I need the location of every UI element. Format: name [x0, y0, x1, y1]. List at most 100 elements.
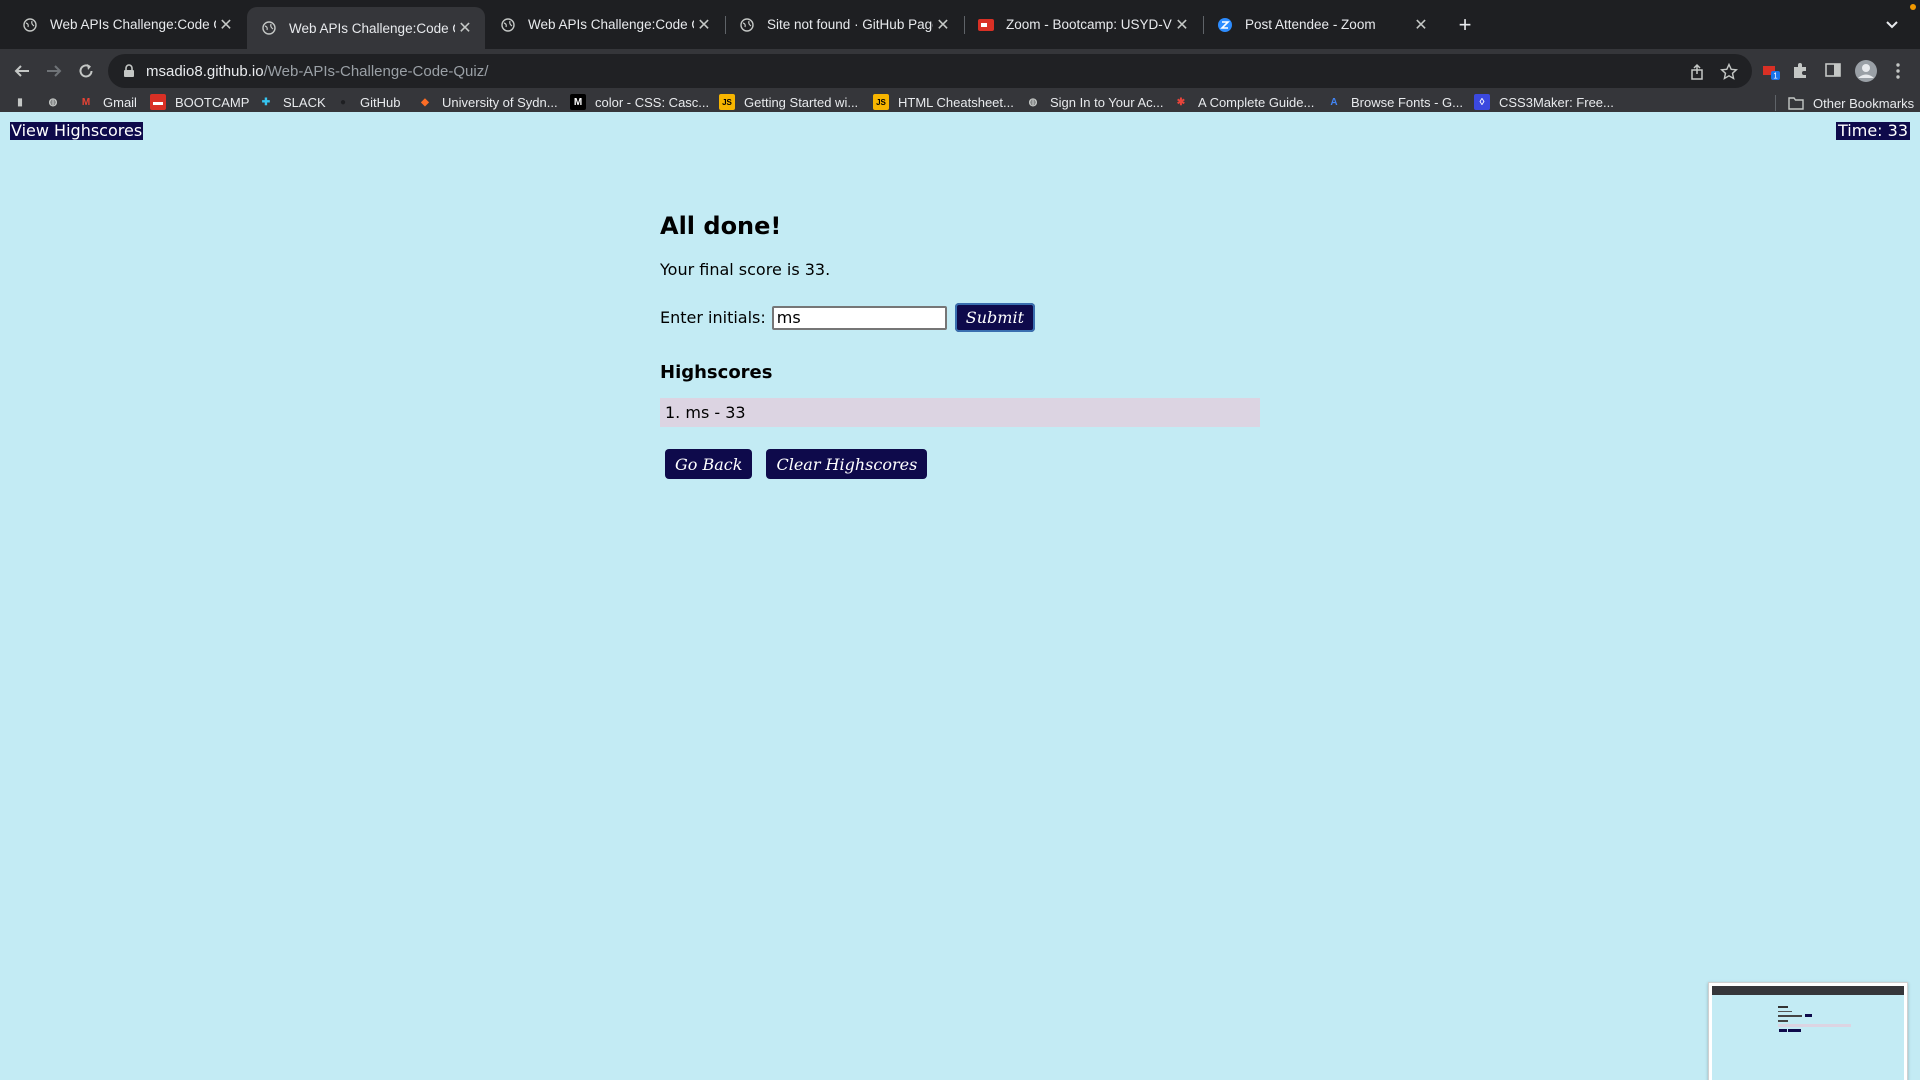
star-icon: ✱: [1176, 96, 1186, 108]
bookmark-item[interactable]: A Browse Fonts - G...: [1326, 92, 1463, 112]
initials-label: Enter initials:: [660, 308, 766, 327]
close-icon[interactable]: ✕: [455, 18, 475, 38]
globe-icon: [261, 20, 277, 36]
tab-search-icon[interactable]: [1882, 14, 1902, 34]
share-icon[interactable]: [1688, 63, 1706, 81]
list-item: 1. ms - 33: [665, 403, 746, 422]
avatar[interactable]: [1854, 59, 1877, 82]
globe-icon: ◍: [1028, 96, 1038, 108]
bookmark-item[interactable]: JS Getting Started wi...: [719, 92, 858, 112]
browser-tab-2[interactable]: Web APIs Challenge:Code Quiz ✕: [247, 7, 485, 49]
browser-tab-5[interactable]: Zoom - Bootcamp: USYD-VIRT ✕: [964, 8, 1202, 41]
bookmarks-separator: [1775, 95, 1776, 111]
browser-tab-4[interactable]: Site not found · GitHub Pages ✕: [725, 8, 963, 41]
tab-title: Web APIs Challenge:Code Quiz: [50, 17, 216, 32]
tab-title: Site not found · GitHub Pages: [767, 17, 933, 32]
svg-text:1: 1: [1773, 72, 1778, 81]
bookmark-item[interactable]: ◆ University of Sydn...: [417, 92, 558, 112]
browser-toolbar: msadio8.github.io/Web-APIs-Challenge-Cod…: [0, 49, 1920, 93]
reload-button[interactable]: [74, 59, 98, 83]
address-bar[interactable]: msadio8.github.io/Web-APIs-Challenge-Cod…: [108, 54, 1752, 88]
tab-strip: Web APIs Challenge:Code Quiz ✕ Web APIs …: [0, 0, 1920, 49]
initials-input[interactable]: [771, 305, 947, 330]
bookmark-item[interactable]: ◍ Sign In to Your Ac...: [1025, 92, 1164, 112]
bookmark-item[interactable]: ▬ BOOTCAMP: [150, 92, 249, 112]
browser-tab-3[interactable]: Web APIs Challenge:Code Quiz ✕: [486, 8, 724, 41]
other-bookmarks-label: Other Bookmarks: [1813, 95, 1915, 111]
page-content: View Highscores Time: 33 All done! Your …: [0, 112, 1920, 1080]
globe-icon: [22, 17, 38, 33]
zoom-icon: [978, 17, 994, 33]
bookmark-label: Sign In to Your Ac...: [1050, 94, 1164, 110]
gmail-icon: M: [81, 96, 91, 108]
bookmark-item[interactable]: ✱ A Complete Guide...: [1173, 92, 1315, 112]
back-button[interactable]: [10, 59, 34, 83]
github-icon: ●: [339, 96, 347, 108]
view-highscores-link[interactable]: View Highscores: [10, 122, 144, 140]
folder-icon: [1788, 95, 1804, 111]
url-host: msadio8.github.io: [146, 62, 264, 80]
bookmark-item[interactable]: JS HTML Cheatsheet...: [873, 92, 1014, 112]
highscores-list: 1. ms - 33: [660, 398, 1260, 427]
highscore-actions: Go Back Clear Highscores: [660, 449, 1260, 479]
bookmark-star-icon[interactable]: [1719, 62, 1739, 81]
bookmark-label: CSS3Maker: Free...: [1499, 94, 1614, 110]
bookmark-item[interactable]: ✚ SLACK: [258, 92, 326, 112]
bookmark-item[interactable]: ◍: [45, 92, 70, 112]
css3maker-icon: ◊: [1474, 94, 1490, 110]
tab-title: Web APIs Challenge:Code Quiz: [289, 20, 455, 36]
extension-icon[interactable]: 1: [1761, 61, 1781, 81]
bookmark-item[interactable]: Mcolor - CSS: Casc...: [570, 92, 709, 112]
submit-button[interactable]: Submit: [954, 303, 1035, 332]
browser-tab-1[interactable]: Web APIs Challenge:Code Quiz ✕: [8, 8, 246, 41]
thumbnail-image: [1712, 986, 1904, 1080]
other-bookmarks[interactable]: Other Bookmarks: [1788, 93, 1914, 113]
bookmark-item[interactable]: ● GitHub: [335, 92, 401, 112]
bookmarks-bar: ▮ ◍ M Gmail ▬ BOOTCAMP ✚ SLACK ● GitHub ◆ Universit…: [0, 93, 1920, 112]
go-back-button[interactable]: Go Back: [665, 449, 753, 479]
lock-icon[interactable]: [122, 64, 136, 78]
fonts-icon: A: [1330, 96, 1338, 108]
zoom-z-icon: [1217, 17, 1233, 33]
clear-highscores-button[interactable]: Clear Highscores: [766, 449, 928, 479]
bookmark-label: HTML Cheatsheet...: [898, 94, 1014, 110]
js-icon: JS: [719, 94, 735, 110]
bookmark-label: color - CSS: Casc...: [595, 94, 710, 110]
browser-tab-6[interactable]: Post Attendee - Zoom ✕: [1203, 8, 1441, 41]
close-icon[interactable]: ✕: [694, 15, 714, 35]
bookmark-item[interactable]: ▮: [12, 92, 37, 112]
close-icon[interactable]: ✕: [216, 15, 236, 35]
more-menu-icon[interactable]: [1888, 61, 1908, 81]
tab-title: Web APIs Challenge:Code Quiz: [528, 17, 694, 32]
gitlab-icon: ◆: [421, 96, 429, 108]
window-thumbnail-preview[interactable]: [1708, 982, 1908, 1080]
globe-icon: [500, 17, 516, 33]
new-tab-button[interactable]: +: [1452, 12, 1478, 38]
page-title: All done!: [660, 212, 782, 240]
bookmark-label: University of Sydn...: [442, 94, 558, 110]
recording-indicator: [1910, 4, 1916, 10]
forward-button[interactable]: [42, 59, 66, 83]
bookmark-item[interactable]: M Gmail: [78, 92, 137, 112]
tab-title: Zoom - Bootcamp: USYD-VIRT: [1006, 17, 1172, 32]
side-panel-icon[interactable]: [1824, 61, 1844, 81]
bookmark-label: Browse Fonts - G...: [1351, 94, 1463, 110]
bookmark-label: Gmail: [103, 94, 137, 110]
bookmark-label: GitHub: [360, 94, 401, 110]
url-path: /Web-APIs-Challenge-Code-Quiz/: [263, 62, 489, 80]
js-icon: JS: [873, 94, 889, 110]
timer: Time: 33: [1836, 121, 1910, 140]
close-icon[interactable]: ✕: [933, 15, 953, 35]
slack-icon: ✚: [261, 96, 271, 108]
bookmark-item[interactable]: ◊ CSS3Maker: Free...: [1474, 92, 1614, 112]
globe-icon: [739, 17, 755, 33]
tab-icon: ▮: [17, 96, 23, 108]
bookmark-label: SLACK: [283, 94, 326, 110]
tab-title: Post Attendee - Zoom: [1245, 17, 1376, 32]
close-icon[interactable]: ✕: [1411, 15, 1431, 35]
highscores-heading: Highscores: [660, 362, 773, 383]
close-icon[interactable]: ✕: [1172, 15, 1192, 35]
quiz-end-screen: All done! Your final score is 33. Enter …: [660, 212, 1260, 479]
final-score: Your final score is 33.: [660, 260, 831, 279]
puzzle-icon[interactable]: [1791, 61, 1811, 81]
